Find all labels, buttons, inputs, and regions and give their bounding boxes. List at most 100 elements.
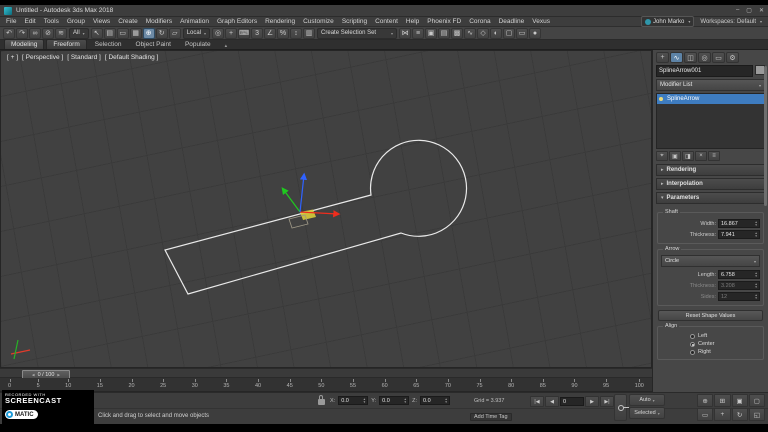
- tab-modeling[interactable]: Modeling: [4, 39, 44, 49]
- rendered-frame-window-icon[interactable]: ▭: [516, 28, 528, 39]
- material-editor-icon[interactable]: ◐: [490, 28, 502, 39]
- modifier-stack-item[interactable]: SplineArrow: [657, 94, 764, 104]
- undo-icon[interactable]: ↶: [3, 28, 15, 39]
- minimize-button[interactable]: –: [736, 7, 739, 14]
- motion-panel-tab-icon[interactable]: ◎: [698, 52, 711, 63]
- track-bar[interactable]: 0510152025303540455055606570758085909510…: [0, 378, 652, 392]
- current-frame-field[interactable]: 0: [560, 397, 584, 406]
- viewport[interactable]: [ + ] [ Perspective ] [ Standard ] [ Def…: [0, 50, 652, 368]
- go-to-start-button[interactable]: |◀: [530, 396, 544, 407]
- pan-icon[interactable]: +: [714, 408, 730, 421]
- viewport-shading-menu[interactable]: [ Default Shading ]: [105, 54, 158, 61]
- z-coordinate-field[interactable]: 0.0: [420, 396, 450, 405]
- snaps-toggle-icon[interactable]: 3: [251, 28, 263, 39]
- named-selection-set-field[interactable]: Create Selection Set: [317, 28, 397, 39]
- modify-panel-tab-icon[interactable]: ∿: [670, 52, 683, 63]
- play-animation-button[interactable]: ▶: [585, 396, 599, 407]
- spinner-arrows-icon[interactable]: [755, 272, 757, 278]
- maximize-button[interactable]: ▢: [746, 7, 752, 14]
- align-icon[interactable]: ≡: [412, 28, 424, 39]
- make-unique-icon[interactable]: ◨: [682, 151, 694, 161]
- viewport-pov-menu[interactable]: [ Perspective ]: [22, 54, 63, 61]
- scene-canvas[interactable]: [1, 51, 652, 368]
- selection-filter-dropdown[interactable]: All: [69, 28, 89, 39]
- schematic-view-icon[interactable]: ◇: [477, 28, 489, 39]
- select-and-manipulate-icon[interactable]: +: [225, 28, 237, 39]
- angle-snap-toggle-icon[interactable]: ∠: [264, 28, 276, 39]
- configure-modifier-sets-icon[interactable]: ≡: [708, 151, 720, 161]
- modifier-stack[interactable]: SplineArrow: [656, 93, 765, 149]
- command-panel-scrollbar[interactable]: [764, 66, 767, 206]
- spinner-arrows-icon[interactable]: [404, 398, 406, 404]
- reference-coordinate-system-dropdown[interactable]: Local: [183, 28, 210, 39]
- menu-item[interactable]: Phoenix FD: [423, 18, 465, 25]
- tab-object-paint[interactable]: Object Paint: [130, 40, 177, 49]
- menu-item[interactable]: Corona: [465, 18, 494, 25]
- menu-item[interactable]: Help: [402, 18, 423, 25]
- viewport-standard-menu[interactable]: [ Standard ]: [67, 54, 101, 61]
- create-panel-tab-icon[interactable]: +: [656, 52, 669, 63]
- redo-icon[interactable]: ↷: [16, 28, 28, 39]
- spinner-snap-toggle-icon[interactable]: ↕: [290, 28, 302, 39]
- show-end-result-icon[interactable]: ▣: [669, 151, 681, 161]
- select-and-scale-icon[interactable]: ▱: [169, 28, 181, 39]
- orbit-icon[interactable]: ↻: [732, 408, 748, 421]
- close-button[interactable]: ✕: [759, 7, 764, 14]
- arrow-type-dropdown[interactable]: Circle: [661, 255, 760, 267]
- menu-item[interactable]: Modifiers: [142, 18, 176, 25]
- menu-item[interactable]: Customize: [299, 18, 338, 25]
- menu-item[interactable]: Views: [89, 18, 114, 25]
- width-spinner[interactable]: 16.867: [718, 219, 760, 228]
- ribbon-collapse-icon[interactable]: [225, 43, 228, 49]
- render-setup-icon[interactable]: ▢: [503, 28, 515, 39]
- rollout-parameters[interactable]: Parameters: [656, 192, 765, 204]
- zoom-icon[interactable]: ⊕: [697, 394, 713, 407]
- set-key-button[interactable]: [614, 394, 627, 421]
- edit-named-selection-sets-icon[interactable]: ▥: [303, 28, 315, 39]
- toggle-layer-explorer-icon[interactable]: ▤: [438, 28, 450, 39]
- use-pivot-point-center-icon[interactable]: ◎: [212, 28, 224, 39]
- spinner-arrows-icon[interactable]: [755, 232, 757, 238]
- y-coordinate-field[interactable]: 0.0: [379, 396, 409, 405]
- menu-item[interactable]: File: [2, 18, 20, 25]
- gizmo-z-axis[interactable]: [300, 175, 304, 212]
- spinner-arrows-icon[interactable]: [755, 221, 757, 227]
- selection-lock-toggle-icon[interactable]: [318, 399, 325, 405]
- select-by-name-icon[interactable]: ▤: [104, 28, 116, 39]
- toggle-scene-explorer-icon[interactable]: ▣: [425, 28, 437, 39]
- percent-snap-toggle-icon[interactable]: %: [277, 28, 289, 39]
- curve-editor-icon[interactable]: ∿: [464, 28, 476, 39]
- mirror-icon[interactable]: ⋈: [399, 28, 411, 39]
- select-object-icon[interactable]: ↖: [91, 28, 103, 39]
- zoom-extents-all-icon[interactable]: ▢: [749, 394, 765, 407]
- align-center-option[interactable]: Center: [690, 341, 761, 347]
- select-and-link-icon[interactable]: ∞: [29, 28, 41, 39]
- rollout-rendering[interactable]: Rendering: [656, 164, 765, 176]
- selected-key-filter-dropdown[interactable]: Selected: [629, 407, 665, 419]
- transform-gizmo[interactable]: [283, 175, 338, 228]
- hierarchy-panel-tab-icon[interactable]: ◫: [684, 52, 697, 63]
- previous-frame-button[interactable]: ◀: [545, 396, 559, 407]
- zoom-extents-icon[interactable]: ▣: [732, 394, 748, 407]
- toggle-ribbon-icon[interactable]: ▩: [451, 28, 463, 39]
- auto-key-button[interactable]: Auto: [629, 394, 665, 406]
- menu-item[interactable]: Scripting: [338, 18, 371, 25]
- align-right-radio[interactable]: [690, 350, 695, 355]
- menu-item[interactable]: Tools: [40, 18, 63, 25]
- gizmo-y-axis[interactable]: [283, 189, 300, 212]
- tab-populate[interactable]: Populate: [179, 40, 217, 49]
- utilities-panel-tab-icon[interactable]: ⚙: [726, 52, 739, 63]
- align-left-radio[interactable]: [690, 334, 695, 339]
- unlink-selection-icon[interactable]: ⊘: [42, 28, 54, 39]
- x-coordinate-field[interactable]: 0.0: [338, 396, 368, 405]
- select-and-move-icon[interactable]: ⊕: [143, 28, 155, 39]
- tab-selection[interactable]: Selection: [89, 40, 128, 49]
- maximize-viewport-toggle-icon[interactable]: ◱: [749, 408, 765, 421]
- menu-item[interactable]: Edit: [20, 18, 39, 25]
- gizmo-plane-handle[interactable]: [300, 210, 316, 221]
- menu-item[interactable]: Graph Editors: [213, 18, 261, 25]
- menu-item[interactable]: Create: [114, 18, 142, 25]
- align-center-radio[interactable]: [690, 342, 695, 347]
- go-to-end-button[interactable]: ▶|: [600, 396, 614, 407]
- length-spinner[interactable]: 6.758: [718, 270, 760, 279]
